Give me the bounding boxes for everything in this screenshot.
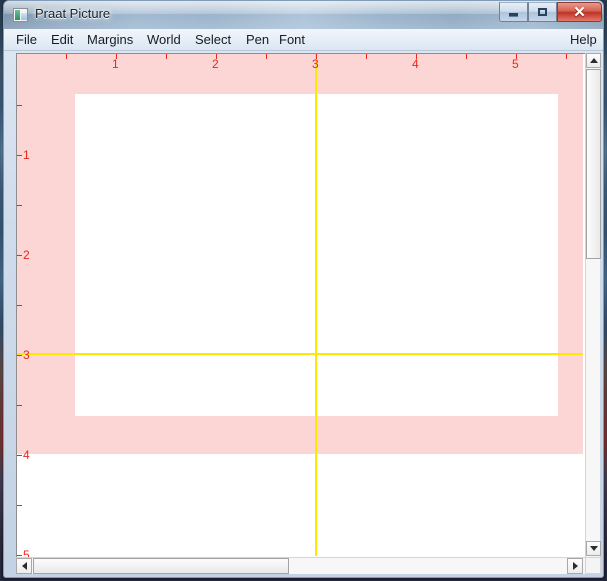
crosshair-vertical-line [315,54,317,556]
ruler-h-label-1: 1 [112,57,119,71]
menu-item-select[interactable]: Select [190,31,236,49]
ruler-v-minor-tick [17,105,22,106]
close-icon: ✕ [573,3,586,21]
ruler-h-minor-tick [566,54,567,59]
ruler-h-minor-tick [366,54,367,59]
ruler-v-minor-tick [17,505,22,506]
maximize-button[interactable] [528,2,557,22]
scroll-up-button[interactable] [586,53,601,68]
menu-item-font[interactable]: Font [274,31,310,49]
scroll-left-button[interactable] [16,558,32,574]
ruler-h-minor-tick [66,54,67,59]
scroll-down-arrow-icon [589,546,598,551]
horizontal-scrollbar-thumb[interactable] [33,558,289,574]
ruler-v-major-tick [17,155,22,156]
praat-picture-window: Praat Picture ✕ File Edit Margins World … [3,0,604,578]
ruler-v-major-tick [17,455,22,456]
menu-item-pen[interactable]: Pen [241,31,274,49]
margin-region[interactable] [17,54,583,454]
menu-item-margins[interactable]: Margins [82,31,138,49]
ruler-h-label-5: 5 [512,57,519,71]
scroll-left-arrow-icon [21,562,27,570]
ruler-v-major-tick [17,555,22,556]
ruler-h-label-4: 4 [412,57,419,71]
ruler-h-label-3: 3 [312,57,319,71]
ruler-v-label-1: 1 [23,148,30,162]
ruler-v-minor-tick [17,205,22,206]
menu-item-edit[interactable]: Edit [46,31,78,49]
vertical-scrollbar-thumb[interactable] [586,69,601,259]
scroll-up-arrow-icon [589,58,598,63]
maximize-icon [538,8,547,16]
picture-icon [13,8,28,22]
menu-bar: File Edit Margins World Select Pen Font … [4,29,603,51]
ruler-h-minor-tick [266,54,267,59]
ruler-v-label-3: 3 [23,348,30,362]
ruler-v-major-tick [17,355,22,356]
ruler-v-minor-tick [17,405,22,406]
title-bar: Praat Picture ✕ [4,1,603,29]
minimize-icon [509,13,518,17]
ruler-v-label-4: 4 [23,448,30,462]
crosshair-horizontal-line [17,353,583,355]
window-title: Praat Picture [35,6,111,21]
close-button[interactable]: ✕ [557,2,602,22]
ruler-h-label-2: 2 [212,57,219,71]
scroll-down-button[interactable] [586,541,601,556]
menu-item-help[interactable]: Help [565,31,602,49]
menu-item-world[interactable]: World [142,31,186,49]
scroll-right-arrow-icon [572,562,578,570]
minimize-button[interactable] [499,2,528,22]
picture-canvas[interactable]: 1 2 3 4 5 1 2 3 4 5 [16,53,599,573]
horizontal-scrollbar[interactable] [16,557,600,574]
ruler-h-minor-tick [466,54,467,59]
ruler-v-label-2: 2 [23,248,30,262]
vertical-scrollbar[interactable] [585,53,601,557]
ruler-v-major-tick [17,255,22,256]
menu-item-file[interactable]: File [11,31,42,49]
scroll-right-button[interactable] [567,558,583,574]
ruler-h-minor-tick [166,54,167,59]
ruler-v-minor-tick [17,305,22,306]
scrollbar-corner [585,557,601,574]
